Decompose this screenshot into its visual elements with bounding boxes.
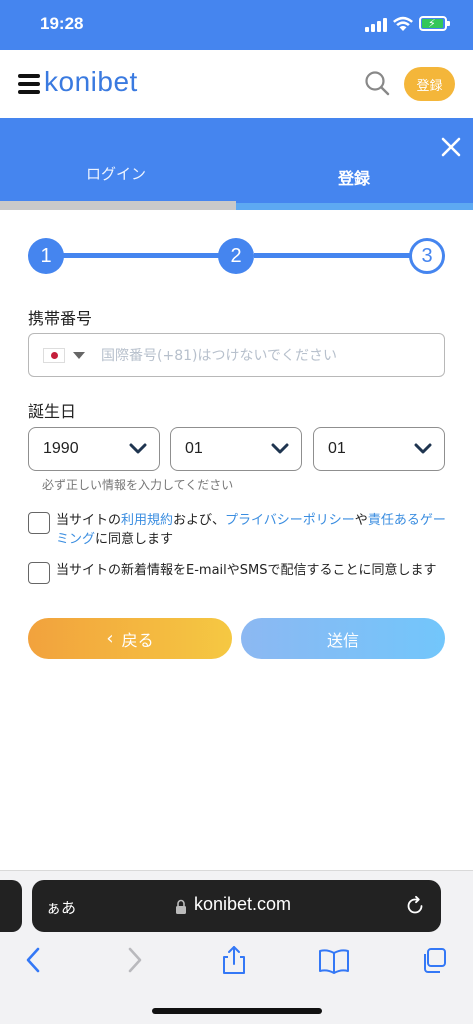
- cellular-signal-icon: [365, 18, 387, 32]
- day-value: 01: [328, 440, 346, 457]
- previous-tab-preview[interactable]: [0, 880, 22, 932]
- header-register-button[interactable]: 登録: [404, 67, 455, 101]
- tab-login[interactable]: ログイン: [86, 163, 146, 184]
- step-connector: [62, 253, 220, 258]
- wifi-icon: [393, 16, 413, 31]
- phone-label: 携帯番号: [28, 309, 93, 328]
- terms-mid2: や: [354, 513, 368, 528]
- terms-suffix: に同意します: [95, 532, 174, 547]
- menu-icon[interactable]: [18, 74, 40, 95]
- chevron-down-icon: [129, 443, 147, 454]
- month-select[interactable]: 01: [170, 427, 302, 471]
- address-bar[interactable]: ぁあ konibet.com: [32, 880, 441, 932]
- terms-checkbox[interactable]: [28, 512, 50, 534]
- back-arrow-icon[interactable]: [24, 945, 44, 975]
- chevron-left-icon: ‹: [106, 628, 114, 649]
- forward-arrow-icon[interactable]: [124, 945, 144, 975]
- year-select[interactable]: 1990: [28, 427, 160, 471]
- send-button[interactable]: 送信: [241, 618, 445, 659]
- newsletter-checkbox[interactable]: [28, 562, 50, 584]
- reader-options-button[interactable]: ぁあ: [46, 897, 76, 918]
- tabs-icon[interactable]: [420, 945, 448, 975]
- day-select[interactable]: 01: [313, 427, 445, 471]
- phone-field: [28, 333, 445, 377]
- tab-register[interactable]: 登録: [338, 165, 370, 189]
- site-header: konibet 登録: [0, 50, 473, 118]
- reload-icon[interactable]: [404, 895, 426, 917]
- step-3: 3: [409, 238, 445, 274]
- newsletter-consent-text: 当サイトの新着情報をE-mailやSMSで配信することに同意します: [56, 563, 437, 578]
- close-icon[interactable]: [438, 134, 464, 160]
- status-time: 19:28: [40, 14, 84, 33]
- status-bar: 19:28 ⚡: [0, 0, 473, 50]
- japan-flag-icon[interactable]: [43, 348, 65, 363]
- share-icon[interactable]: [221, 945, 247, 975]
- terms-link[interactable]: 利用規約: [121, 513, 173, 528]
- chevron-down-icon: [271, 443, 289, 454]
- birthday-label: 誕生日: [28, 402, 77, 421]
- month-value: 01: [185, 440, 203, 457]
- terms-prefix: 当サイトの: [56, 513, 122, 528]
- back-button[interactable]: ‹ 戻る: [28, 618, 232, 659]
- step-1: 1: [28, 238, 64, 274]
- lock-icon: [176, 899, 186, 914]
- year-value: 1990: [43, 440, 79, 457]
- site-logo[interactable]: konibet: [44, 66, 138, 98]
- caret-down-icon[interactable]: [73, 352, 85, 359]
- terms-mid1: および、: [173, 513, 226, 528]
- terms-consent-text: 当サイトの利用規約および、プライバシーポリシーや責任あるゲーミングに同意します: [56, 511, 446, 549]
- chevron-down-icon: [414, 443, 432, 454]
- birthday-hint: 必ず正しい情報を入力してください: [42, 478, 234, 492]
- privacy-policy-link[interactable]: プライバシーポリシー: [225, 513, 355, 528]
- tab-indicator-active: [236, 203, 473, 210]
- search-icon[interactable]: [364, 70, 390, 96]
- tab-indicator-inactive: [0, 201, 236, 210]
- bookmarks-icon[interactable]: [318, 945, 350, 975]
- back-label: 戻る: [121, 630, 154, 650]
- step-2: 2: [218, 238, 254, 274]
- url-text: konibet.com: [194, 894, 292, 914]
- home-indicator: [152, 1008, 322, 1014]
- battery-icon: ⚡: [419, 16, 450, 31]
- phone-input[interactable]: [101, 342, 431, 370]
- step-connector: [254, 253, 412, 258]
- auth-tab-bar: [0, 118, 473, 210]
